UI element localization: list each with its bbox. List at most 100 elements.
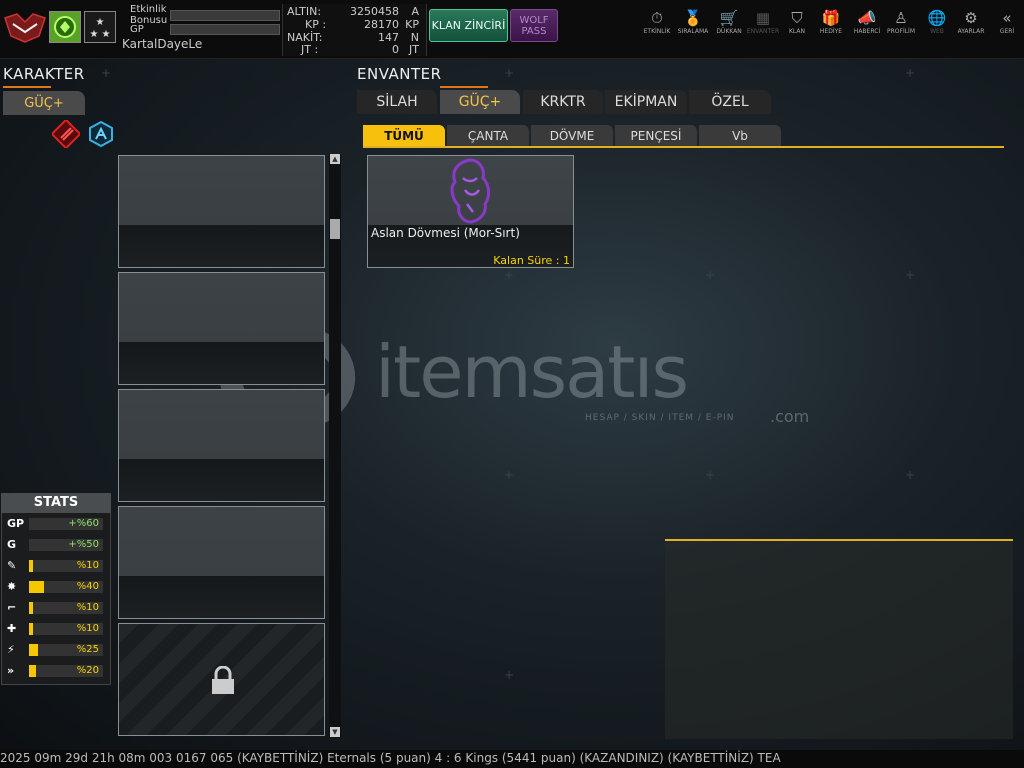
scroll-up-icon[interactable]: ▲ <box>330 154 340 164</box>
character-underline <box>3 86 51 88</box>
nav-back[interactable]: «GERİ <box>988 8 1024 42</box>
nav-user[interactable]: ♙ PROFİLİM <box>882 8 920 42</box>
character-slot-2[interactable] <box>118 272 325 385</box>
inventory-subtab-3[interactable]: DÖVME <box>531 125 613 147</box>
stat-bar: %20 <box>29 665 103 677</box>
stats-list: GP +%60 G +%50 ✎ %10 ✸ %40 ⌐ %10 ✚ %10 ⚡ %25 » %20 <box>1 517 111 685</box>
nav-medal[interactable]: 🏅 SIRALAMA <box>674 8 712 42</box>
svg-text:★: ★ <box>90 29 99 40</box>
inventory-tab-3[interactable]: KRKTR <box>523 90 603 114</box>
event-bonus-bar <box>170 10 280 21</box>
wolf-pass-button[interactable]: WOLF PASS <box>510 9 558 42</box>
currency-row-jt: JT : 0 JT <box>301 43 419 56</box>
lock-icon <box>212 666 234 694</box>
stat-bar: %10 <box>29 602 103 614</box>
nav-label: WEB <box>930 28 944 35</box>
nav-label: HABERCİ <box>853 28 881 35</box>
gun-icon: ⌐ <box>7 601 17 614</box>
gp-icon: GP <box>7 517 25 530</box>
inventory-tab-1[interactable]: SİLAH <box>357 90 437 114</box>
inventory-subtab-1[interactable]: TÜMÜ <box>363 125 445 147</box>
globe-icon: 🌐 <box>927 9 947 27</box>
blue-class-icon[interactable] <box>87 120 115 148</box>
scroll-down-icon[interactable]: ▼ <box>330 727 340 737</box>
nav-cart[interactable]: 🛒 DÜKKAN <box>710 8 748 42</box>
stat-bar: %10 <box>29 560 103 572</box>
clan-badge-icon[interactable] <box>49 11 81 43</box>
inventory-tab-2[interactable]: GÜÇ+ <box>440 90 520 114</box>
nav-gear[interactable]: ⚙ AYARLAR <box>952 8 990 42</box>
red-class-icon[interactable] <box>52 120 80 148</box>
stat-value: +%60 <box>68 518 99 529</box>
stat-row: ⌐ %10 <box>7 601 103 615</box>
nav-label: PROFİLİM <box>886 28 916 35</box>
stat-value: +%50 <box>68 539 99 550</box>
weapon-icon: ✎ <box>7 559 17 572</box>
stat-value: %10 <box>76 560 99 571</box>
stat-row: ✎ %10 <box>7 559 103 573</box>
scroll-thumb[interactable] <box>330 219 340 239</box>
stat-value: %20 <box>76 665 99 676</box>
character-slot-4[interactable] <box>118 506 325 619</box>
stat-bar-fill <box>29 623 33 635</box>
character-scrollbar[interactable] <box>329 154 341 738</box>
inventory-icon: ▦ <box>755 9 771 27</box>
character-slot-3[interactable] <box>118 389 325 502</box>
inventory-subtab-2[interactable]: ÇANTA <box>447 125 529 147</box>
inventory-tab-5[interactable]: ÖZEL <box>689 90 771 114</box>
svg-text:★: ★ <box>96 17 105 28</box>
stat-row: G +%50 <box>7 538 103 552</box>
nav-megaphone[interactable]: 📣 HABERCİ <box>848 8 886 42</box>
stat-value: %40 <box>76 581 99 592</box>
klan-chain-label: KLAN ZİNCİRİ <box>431 19 506 32</box>
bottom-ticker: 2025 09m 29d 21h 08m 003 0167 065 (KAYBE… <box>0 750 1024 768</box>
stat-row: GP +%60 <box>7 517 103 531</box>
nav-stopwatch[interactable]: ⏱ ETKİNLİK <box>638 8 676 42</box>
stat-bar-fill <box>29 602 33 614</box>
nav-label: ENVANTER <box>746 28 780 35</box>
svg-text:★: ★ <box>102 29 111 40</box>
inventory-title: ENVANTER <box>357 65 442 83</box>
gp-label: GP <box>130 24 144 35</box>
nav-label: SIRALAMA <box>677 28 709 35</box>
nav-gift[interactable]: 🎁 HEDİYE <box>812 8 850 42</box>
currency-row-kp: KP : 28170 KP <box>305 18 419 31</box>
stat-bar-fill <box>29 560 33 572</box>
game-logo <box>4 13 46 43</box>
stat-value: %10 <box>76 623 99 634</box>
stat-bar: %40 <box>29 581 103 593</box>
nav-inventory[interactable]: ▦ ENVANTER <box>744 8 782 42</box>
character-tab-power[interactable]: GÜÇ+ <box>3 91 85 115</box>
klan-chain-button[interactable]: KLAN ZİNCİRİ <box>429 9 508 42</box>
username: KartalDayeLe <box>122 37 203 51</box>
inventory-tab-4[interactable]: EKİPMAN <box>605 90 687 114</box>
stat-value: %10 <box>76 602 99 613</box>
nav-globe[interactable]: 🌐 WEB <box>918 8 956 42</box>
stats-title: STATS <box>1 493 111 513</box>
wolf-pass-label: WOLF PASS <box>519 14 549 37</box>
currency-panel: ALTIN: 3250458 A KP : 28170 KP NAKİT: 14… <box>282 4 427 56</box>
inventory-subtab-5[interactable]: Vb <box>699 125 781 147</box>
stamina-icon: ⚡ <box>7 643 15 656</box>
watermark-tagline: HESAP / SKIN / ITEM / E-PIN <box>585 413 735 423</box>
nav-label: DÜKKAN <box>716 28 742 35</box>
subtab-underline <box>363 146 1004 148</box>
stat-value: %25 <box>76 644 99 655</box>
health-icon: ✚ <box>7 622 17 635</box>
stat-row: » %20 <box>7 664 103 678</box>
nav-shield[interactable]: ⛉ KLAN <box>778 8 816 42</box>
lion-tattoo-icon <box>450 158 491 224</box>
item-info-panel <box>665 539 1013 739</box>
nav-label: ETKİNLİK <box>643 28 671 35</box>
nav-label: AYARLAR <box>957 28 985 35</box>
character-slot-1[interactable] <box>118 155 325 268</box>
cart-icon: 🛒 <box>719 9 739 27</box>
currency-row-gold: ALTIN: 3250458 A <box>287 5 419 18</box>
gp-bar <box>170 24 280 35</box>
speed-icon: » <box>7 664 15 677</box>
inventory-item-time: Kalan Süre : 1 <box>493 254 570 267</box>
inventory-underline <box>440 86 488 88</box>
nav-label: HEDİYE <box>819 28 843 35</box>
gear-icon: ⚙ <box>964 9 978 27</box>
inventory-subtab-4[interactable]: PENÇESİ <box>615 125 697 147</box>
